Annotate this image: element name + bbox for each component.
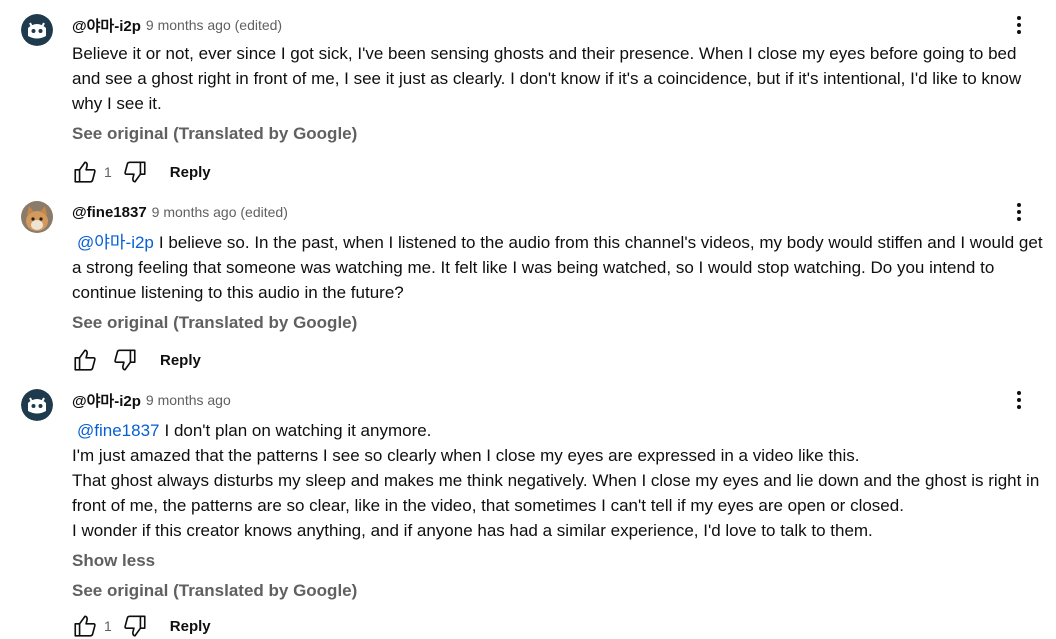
comment-line: That ghost always disturbs my sleep and … [72, 471, 1040, 515]
comment-line: @야마-i2p I believe so. In the past, when I… [72, 233, 1043, 302]
see-original-button[interactable]: See original (Translated by Google) [72, 310, 1048, 335]
robot-face-icon [21, 14, 53, 46]
comment-author[interactable]: @야마-i2p [72, 390, 141, 411]
see-original-button[interactable]: See original (Translated by Google) [72, 121, 1048, 146]
reply-button[interactable]: Reply [170, 164, 211, 181]
mention-link[interactable]: @fine1837 [77, 421, 160, 440]
comment-text: Believe it or not, ever since I got sick… [72, 41, 1047, 116]
more-actions-button[interactable] [1007, 13, 1031, 37]
like-count: 1 [104, 164, 112, 180]
mention-link[interactable]: @야마-i2p [77, 233, 154, 252]
comment-line: @fine1837 I don't plan on watching it any… [77, 421, 432, 440]
comment-timestamp[interactable]: 9 months ago [146, 392, 231, 408]
thumbs-down-icon[interactable] [122, 159, 148, 185]
comment-line: I wonder if this creator knows anything,… [72, 521, 873, 540]
like-count: 1 [104, 618, 112, 634]
thumbs-down-icon[interactable] [122, 613, 148, 639]
avatar[interactable] [21, 389, 53, 421]
thumbs-down-icon[interactable] [112, 347, 138, 373]
comment-author[interactable]: @fine1837 [72, 204, 147, 221]
comment-timestamp[interactable]: 9 months ago (edited) [146, 17, 282, 33]
thumbs-up-icon[interactable] [72, 159, 98, 185]
avatar[interactable] [21, 14, 53, 46]
reply-button[interactable]: Reply [170, 618, 211, 635]
more-actions-button[interactable] [1007, 200, 1031, 224]
more-vert-icon [1017, 391, 1021, 409]
cat-photo-avatar [21, 201, 53, 233]
see-original-button[interactable]: See original (Translated by Google) [72, 578, 1048, 603]
comment-line: Believe it or not, ever since I got sick… [72, 44, 1022, 113]
robot-face-icon [21, 389, 53, 421]
thumbs-up-icon[interactable] [72, 347, 98, 373]
comment-line: I'm just amazed that the patterns I see … [72, 446, 860, 465]
more-vert-icon [1017, 203, 1021, 221]
comment-text: @야마-i2p I believe so. In the past, when I… [72, 230, 1047, 305]
thumbs-up-icon[interactable] [72, 613, 98, 639]
comment-author[interactable]: @야마-i2p [72, 15, 141, 36]
comment-text: @fine1837 I don't plan on watching it any… [72, 418, 1047, 543]
comment-timestamp[interactable]: 9 months ago (edited) [152, 204, 288, 220]
more-vert-icon [1017, 16, 1021, 34]
more-actions-button[interactable] [1007, 388, 1031, 412]
avatar[interactable] [21, 201, 53, 233]
reply-button[interactable]: Reply [160, 352, 201, 369]
show-less-button[interactable]: Show less [72, 548, 1048, 573]
